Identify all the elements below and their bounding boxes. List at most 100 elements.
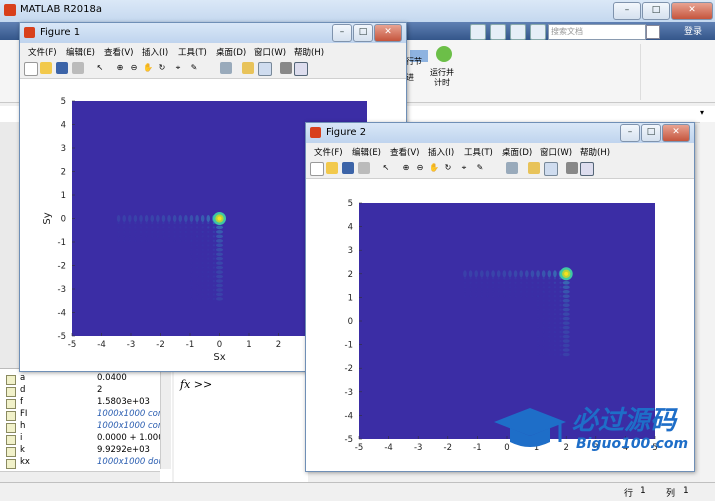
data-cursor-icon[interactable]: ⌖ xyxy=(458,162,470,174)
legend-icon[interactable] xyxy=(544,162,558,176)
colorbar-icon[interactable] xyxy=(242,62,254,74)
legend-icon[interactable] xyxy=(258,62,272,76)
workspace-row[interactable]: FI 1000x1000 com xyxy=(0,409,172,421)
close-button[interactable]: ✕ xyxy=(671,2,713,20)
zoom-in-icon[interactable]: ⊕ xyxy=(400,162,412,174)
menu-edit[interactable]: 编辑(E) xyxy=(66,46,95,58)
fringe-spot xyxy=(196,271,198,273)
menu-tools[interactable]: 工具(T) xyxy=(464,146,493,158)
workspace-hscrollbar[interactable] xyxy=(0,471,160,482)
workspace-row[interactable]: a 0.0400 xyxy=(0,373,172,385)
fringe-spot xyxy=(196,262,198,264)
rotate-icon[interactable]: ↻ xyxy=(156,62,168,74)
menu-file[interactable]: 文件(F) xyxy=(314,146,343,158)
fringe-spot xyxy=(559,312,562,316)
workspace-scrollbar[interactable] xyxy=(160,369,171,469)
close-button[interactable]: ✕ xyxy=(662,124,690,142)
minimize-button[interactable]: – xyxy=(620,124,640,142)
workspace-row[interactable]: k 9.9292e+03 xyxy=(0,445,172,457)
pan-icon[interactable]: ✋ xyxy=(142,62,154,74)
fringe-spot xyxy=(480,270,484,278)
pan-icon[interactable]: ✋ xyxy=(428,162,440,174)
open-file-icon[interactable] xyxy=(40,62,52,74)
menu-help[interactable]: 帮助(H) xyxy=(294,46,324,58)
advance-label[interactable]: 进 xyxy=(406,72,414,83)
show-plot-tools-icon[interactable] xyxy=(294,62,308,76)
menu-insert[interactable]: 插入(I) xyxy=(142,46,168,58)
fringe-spot xyxy=(562,339,570,343)
menu-file[interactable]: 文件(F) xyxy=(28,46,57,58)
minimize-button[interactable]: – xyxy=(332,24,352,42)
menu-desktop[interactable]: 桌面(D) xyxy=(216,46,246,58)
workspace-row[interactable]: d2 xyxy=(0,385,172,397)
fringe-spot xyxy=(151,231,153,233)
hide-plot-tools-icon[interactable] xyxy=(566,162,578,174)
fringe-spot xyxy=(508,270,512,278)
save-icon[interactable] xyxy=(342,162,354,174)
open-file-icon[interactable] xyxy=(326,162,338,174)
fringe-spot xyxy=(519,270,523,278)
fringe-spot xyxy=(485,270,490,278)
fringe-spot xyxy=(513,270,518,278)
x-tick-label: -4 xyxy=(384,443,392,453)
maximize-button[interactable]: □ xyxy=(642,2,670,20)
print-icon[interactable] xyxy=(72,62,84,74)
fringe-spot xyxy=(212,293,216,296)
figure-2-title-bar[interactable]: Figure 2 – □ ✕ xyxy=(306,123,694,144)
data-cursor-icon[interactable]: ⌖ xyxy=(172,62,184,74)
figure-1-title-bar[interactable]: Figure 1 – □ ✕ xyxy=(20,23,406,44)
fringe-spot xyxy=(207,244,210,247)
login-link[interactable]: 登录 xyxy=(684,24,702,37)
fringe-spot xyxy=(212,239,216,243)
colorbar-icon[interactable] xyxy=(528,162,540,174)
pointer-icon[interactable]: ↖ xyxy=(94,62,106,74)
link-plot-icon[interactable] xyxy=(220,62,232,74)
close-button[interactable]: ✕ xyxy=(374,24,402,42)
menu-desktop[interactable]: 桌面(D) xyxy=(502,146,532,158)
menu-help[interactable]: 帮助(H) xyxy=(580,146,610,158)
menu-view[interactable]: 查看(V) xyxy=(104,46,133,58)
cut-icon[interactable] xyxy=(470,24,486,40)
menu-edit[interactable]: 编辑(E) xyxy=(352,146,381,158)
workspace-row[interactable]: h 1000x1000 com xyxy=(0,421,172,433)
show-plot-tools-icon[interactable] xyxy=(580,162,594,176)
workspace-row[interactable]: kx 1000x1000 dou xyxy=(0,457,172,469)
fringe-spot xyxy=(172,214,177,223)
workspace-row[interactable]: i 0.0000 + 1.0000 xyxy=(0,433,172,445)
minimize-button[interactable]: – xyxy=(613,2,641,20)
search-icon[interactable] xyxy=(646,25,660,39)
maximize-button[interactable]: □ xyxy=(353,24,373,42)
new-figure-icon[interactable] xyxy=(310,162,324,176)
zoom-in-icon[interactable]: ⊕ xyxy=(114,62,126,74)
workspace-row[interactable]: f 1.5803e+03 xyxy=(0,397,172,409)
hide-plot-tools-icon[interactable] xyxy=(280,62,292,74)
undo-icon[interactable] xyxy=(510,24,526,40)
menu-insert[interactable]: 插入(I) xyxy=(428,146,454,158)
run-and-time-icon[interactable] xyxy=(436,46,452,62)
menu-window[interactable]: 窗口(W) xyxy=(254,46,286,58)
zoom-out-icon[interactable]: ⊖ xyxy=(414,162,426,174)
rotate-icon[interactable]: ↻ xyxy=(442,162,454,174)
run-section-label[interactable]: 行节 xyxy=(406,56,422,67)
search-docs-input[interactable]: 搜索文档 xyxy=(548,24,646,40)
run-and-time-label[interactable]: 运行并 计时 xyxy=(430,68,454,88)
copy-icon[interactable] xyxy=(490,24,506,40)
fringe-spot xyxy=(157,226,159,228)
print-icon[interactable] xyxy=(358,162,370,174)
redo-icon[interactable] xyxy=(530,24,546,40)
menu-view[interactable]: 查看(V) xyxy=(390,146,419,158)
brush-icon[interactable]: ✎ xyxy=(474,162,486,174)
brush-icon[interactable]: ✎ xyxy=(188,62,200,74)
save-icon[interactable] xyxy=(56,62,68,74)
maximize-button[interactable]: □ xyxy=(641,124,661,142)
link-plot-icon[interactable] xyxy=(506,162,518,174)
menu-window[interactable]: 窗口(W) xyxy=(540,146,572,158)
fringe-spot xyxy=(492,282,494,284)
fringe-spot xyxy=(123,226,125,228)
zoom-out-icon[interactable]: ⊖ xyxy=(128,62,140,74)
pointer-icon[interactable]: ↖ xyxy=(380,162,392,174)
address-dropdown-icon[interactable]: ▾ xyxy=(700,108,704,117)
command-window[interactable]: fx >> xyxy=(174,368,308,482)
new-figure-icon[interactable] xyxy=(24,62,38,76)
menu-tools[interactable]: 工具(T) xyxy=(178,46,207,58)
